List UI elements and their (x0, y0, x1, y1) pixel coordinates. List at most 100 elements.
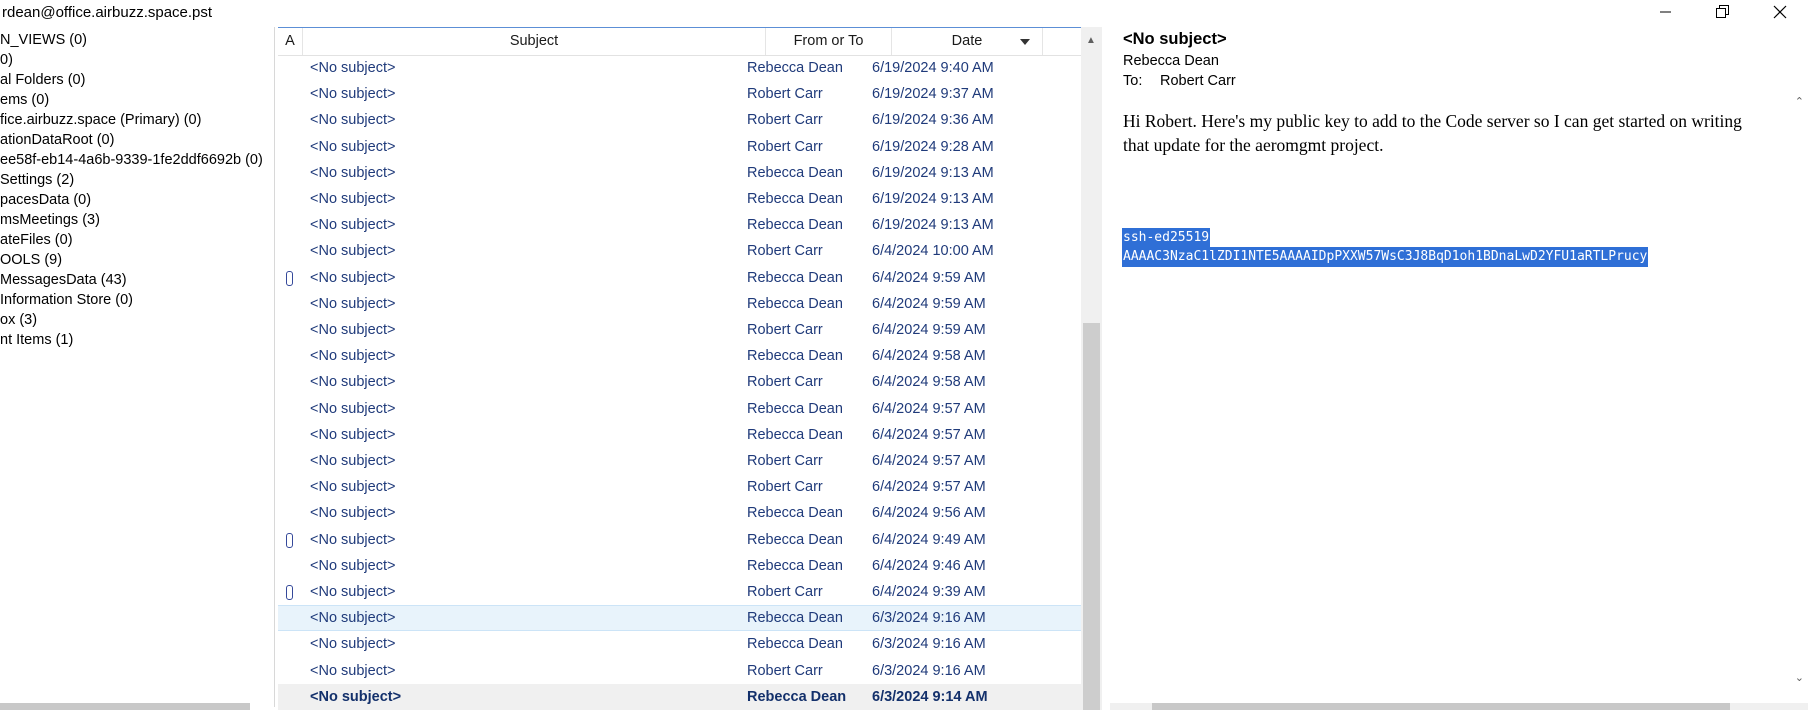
folder-item[interactable]: MessagesData (43) (0, 270, 127, 290)
message-from-cell: Robert Carr (747, 662, 823, 679)
message-from-cell: Rebecca Dean (747, 400, 843, 417)
folder-horizontal-scrollbar[interactable] (0, 703, 250, 710)
folder-item[interactable]: 0) (0, 50, 13, 70)
attachment-icon (286, 532, 293, 548)
message-row[interactable]: <No subject> Robert Carr 6/4/2024 9:57 AM (278, 474, 1081, 500)
column-header-date[interactable]: Date (892, 28, 1043, 55)
restore-button[interactable] (1701, 0, 1745, 24)
message-from-cell: Rebecca Dean (747, 164, 843, 181)
message-subject-cell: <No subject> (310, 374, 396, 391)
message-subject-cell: <No subject> (310, 86, 396, 103)
message-subject-cell: <No subject> (310, 112, 396, 129)
public-key-line-2[interactable]: AAAAC3NzaC1lZDI1NTE5AAAAIDpPXXW57WsC3J8B… (1122, 247, 1649, 267)
message-list-scrollbar[interactable]: ▲ (1081, 27, 1102, 710)
reading-scroll-down-icon[interactable]: ⌄ (1795, 671, 1804, 684)
message-subject-cell: <No subject> (310, 479, 396, 496)
reading-scroll-thumb[interactable] (1152, 703, 1730, 710)
message-date-cell: 6/19/2024 9:40 AM (872, 60, 994, 76)
message-from-cell: Rebecca Dean (747, 610, 843, 627)
message-body: Hi Robert. Here's my public key to add t… (1123, 111, 1742, 155)
message-row[interactable]: <No subject> Robert Carr 6/19/2024 9:28 AM (278, 134, 1081, 160)
message-date-cell: 6/19/2024 9:37 AM (872, 86, 994, 103)
message-from-cell: Rebecca Dean (747, 426, 843, 443)
title-bar: rdean@office.airbuzz.space.pst (0, 0, 1808, 27)
message-date-cell: 6/4/2024 9:57 AM (872, 479, 986, 496)
message-row[interactable]: <No subject> Robert Carr 6/3/2024 9:16 AM (278, 658, 1081, 684)
folder-item[interactable]: pacesData (0) (0, 190, 91, 210)
message-row[interactable]: <No subject> Rebecca Dean 6/4/2024 9:49 AM (278, 527, 1081, 553)
restore-icon (1716, 5, 1729, 18)
folder-item[interactable]: ems (0) (0, 90, 49, 110)
message-date-cell: 6/4/2024 9:57 AM (872, 453, 986, 469)
message-from-cell: Rebecca Dean (747, 688, 847, 705)
folder-item[interactable]: fice.airbuzz.space (Primary) (0) (0, 110, 201, 130)
message-row[interactable]: <No subject> Rebecca Dean 6/19/2024 9:13 A… (278, 160, 1081, 186)
message-date-cell: 6/19/2024 9:28 AM (872, 138, 994, 155)
column-header-date-label: Date (951, 33, 983, 49)
message-row[interactable]: <No subject> Rebecca Dean 6/4/2024 9:46 AM (278, 553, 1081, 579)
message-row[interactable]: <No subject> Rebecca Dean 6/4/2024 9:58 AM (278, 343, 1081, 369)
column-header-from-to[interactable]: From or To (766, 28, 892, 55)
folder-item[interactable]: ationDataRoot (0) (0, 130, 114, 150)
folder-item[interactable]: al Folders (0) (0, 70, 85, 90)
message-row[interactable]: <No subject> Rebecca Dean 6/19/2024 9:40 A… (278, 55, 1081, 81)
message-subject-cell: <No subject> (310, 636, 396, 653)
message-from-cell: Rebecca Dean (747, 191, 843, 207)
scroll-thumb[interactable] (1083, 323, 1100, 710)
message-row[interactable]: <No subject> Rebecca Dean 6/3/2024 9:14 AM (278, 683, 1081, 710)
message-from-cell: Robert Carr (747, 584, 823, 600)
message-row[interactable]: <No subject> Robert Carr 6/4/2024 9:58 AM (278, 369, 1081, 395)
column-header-subject[interactable]: Subject (303, 28, 766, 55)
message-row[interactable]: <No subject> Rebecca Dean 6/4/2024 9:59 AM (278, 291, 1081, 317)
scroll-up-icon[interactable]: ▲ (1086, 35, 1096, 46)
message-from-cell: Robert Carr (747, 322, 823, 338)
message-from-cell: Robert Carr (747, 112, 823, 129)
folder-item[interactable]: ateFiles (0) (0, 230, 73, 250)
message-row[interactable]: <No subject> Robert Carr 6/19/2024 9:36 AM (278, 107, 1081, 133)
message-from-cell: Robert Carr (747, 86, 823, 103)
message-date-cell: 6/4/2024 9:56 AM (872, 505, 986, 522)
message-row[interactable]: <No subject> Robert Carr 6/4/2024 9:39 AM (278, 579, 1081, 605)
message-date-cell: 6/4/2024 9:58 AM (872, 348, 986, 365)
message-date-cell: 6/3/2024 9:16 AM (872, 636, 986, 653)
message-row[interactable]: <No subject> Rebecca Dean 6/3/2024 9:16 AM (278, 605, 1081, 632)
message-subject-cell: <No subject> (310, 531, 396, 548)
sort-descending-icon (1020, 39, 1030, 45)
message-from-cell: Rebecca Dean (747, 557, 843, 574)
folder-item[interactable]: Information Store (0) (0, 290, 133, 310)
message-subject-cell: <No subject> (310, 662, 396, 679)
message-subject-cell: <No subject> (310, 557, 396, 574)
message-row[interactable]: <No subject> Rebecca Dean 6/19/2024 9:13 A… (278, 186, 1081, 212)
message-row[interactable]: <No subject> Rebecca Dean 6/3/2024 9:16 AM (278, 631, 1081, 657)
message-subject-cell: <No subject> (310, 191, 396, 207)
folder-item[interactable]: N_VIEWS (0) (0, 30, 87, 50)
public-key-line-1[interactable]: ssh-ed25519 (1122, 228, 1211, 248)
message-from-cell: Robert Carr (747, 138, 823, 155)
list-header: A Subject From or To Date (278, 27, 1081, 56)
message-row[interactable]: <No subject> Robert Carr 6/4/2024 9:59 AM (278, 317, 1081, 343)
message-row[interactable]: <No subject> Robert Carr 6/19/2024 9:37 AM (278, 81, 1081, 107)
folder-item[interactable]: OOLS (9) (0, 250, 62, 270)
folder-item[interactable]: msMeetings (3) (0, 210, 100, 230)
message-row[interactable]: <No subject> Robert Carr 6/4/2024 9:57 AM (278, 448, 1081, 474)
message-row[interactable]: <No subject> Robert Carr 6/4/2024 10:00 AM (278, 238, 1081, 264)
folder-item[interactable]: nt Items (1) (0, 330, 73, 350)
message-row[interactable]: <No subject> Rebecca Dean 6/4/2024 9:57 AM (278, 422, 1081, 448)
reading-scroll-up-icon[interactable]: ⌃ (1795, 95, 1804, 108)
folder-item[interactable]: ee58f-eb14-4a6b-9339-1fe2ddf6692b (0) (0, 150, 263, 170)
message-date-cell: 6/19/2024 9:36 AM (872, 112, 994, 129)
reading-horizontal-scrollbar[interactable] (1110, 703, 1808, 710)
message-row[interactable]: <No subject> Rebecca Dean 6/19/2024 9:13 A… (278, 212, 1081, 238)
attachment-icon (286, 270, 293, 286)
message-row[interactable]: <No subject> Rebecca Dean 6/4/2024 9:59 AM (278, 265, 1081, 291)
message-from-cell: Rebecca Dean (747, 217, 843, 234)
minimize-button[interactable] (1644, 0, 1688, 24)
minimize-icon (1660, 11, 1671, 13)
folder-item[interactable]: Settings (2) (0, 170, 74, 190)
message-row[interactable]: <No subject> Rebecca Dean 6/4/2024 9:57 AM (278, 396, 1081, 422)
close-button[interactable] (1758, 0, 1802, 24)
message-row[interactable]: <No subject> Rebecca Dean 6/4/2024 9:56 AM (278, 500, 1081, 526)
message-subject-cell: <No subject> (310, 243, 396, 260)
column-header-attach[interactable]: A (278, 28, 303, 55)
folder-item[interactable]: ox (3) (0, 310, 37, 330)
